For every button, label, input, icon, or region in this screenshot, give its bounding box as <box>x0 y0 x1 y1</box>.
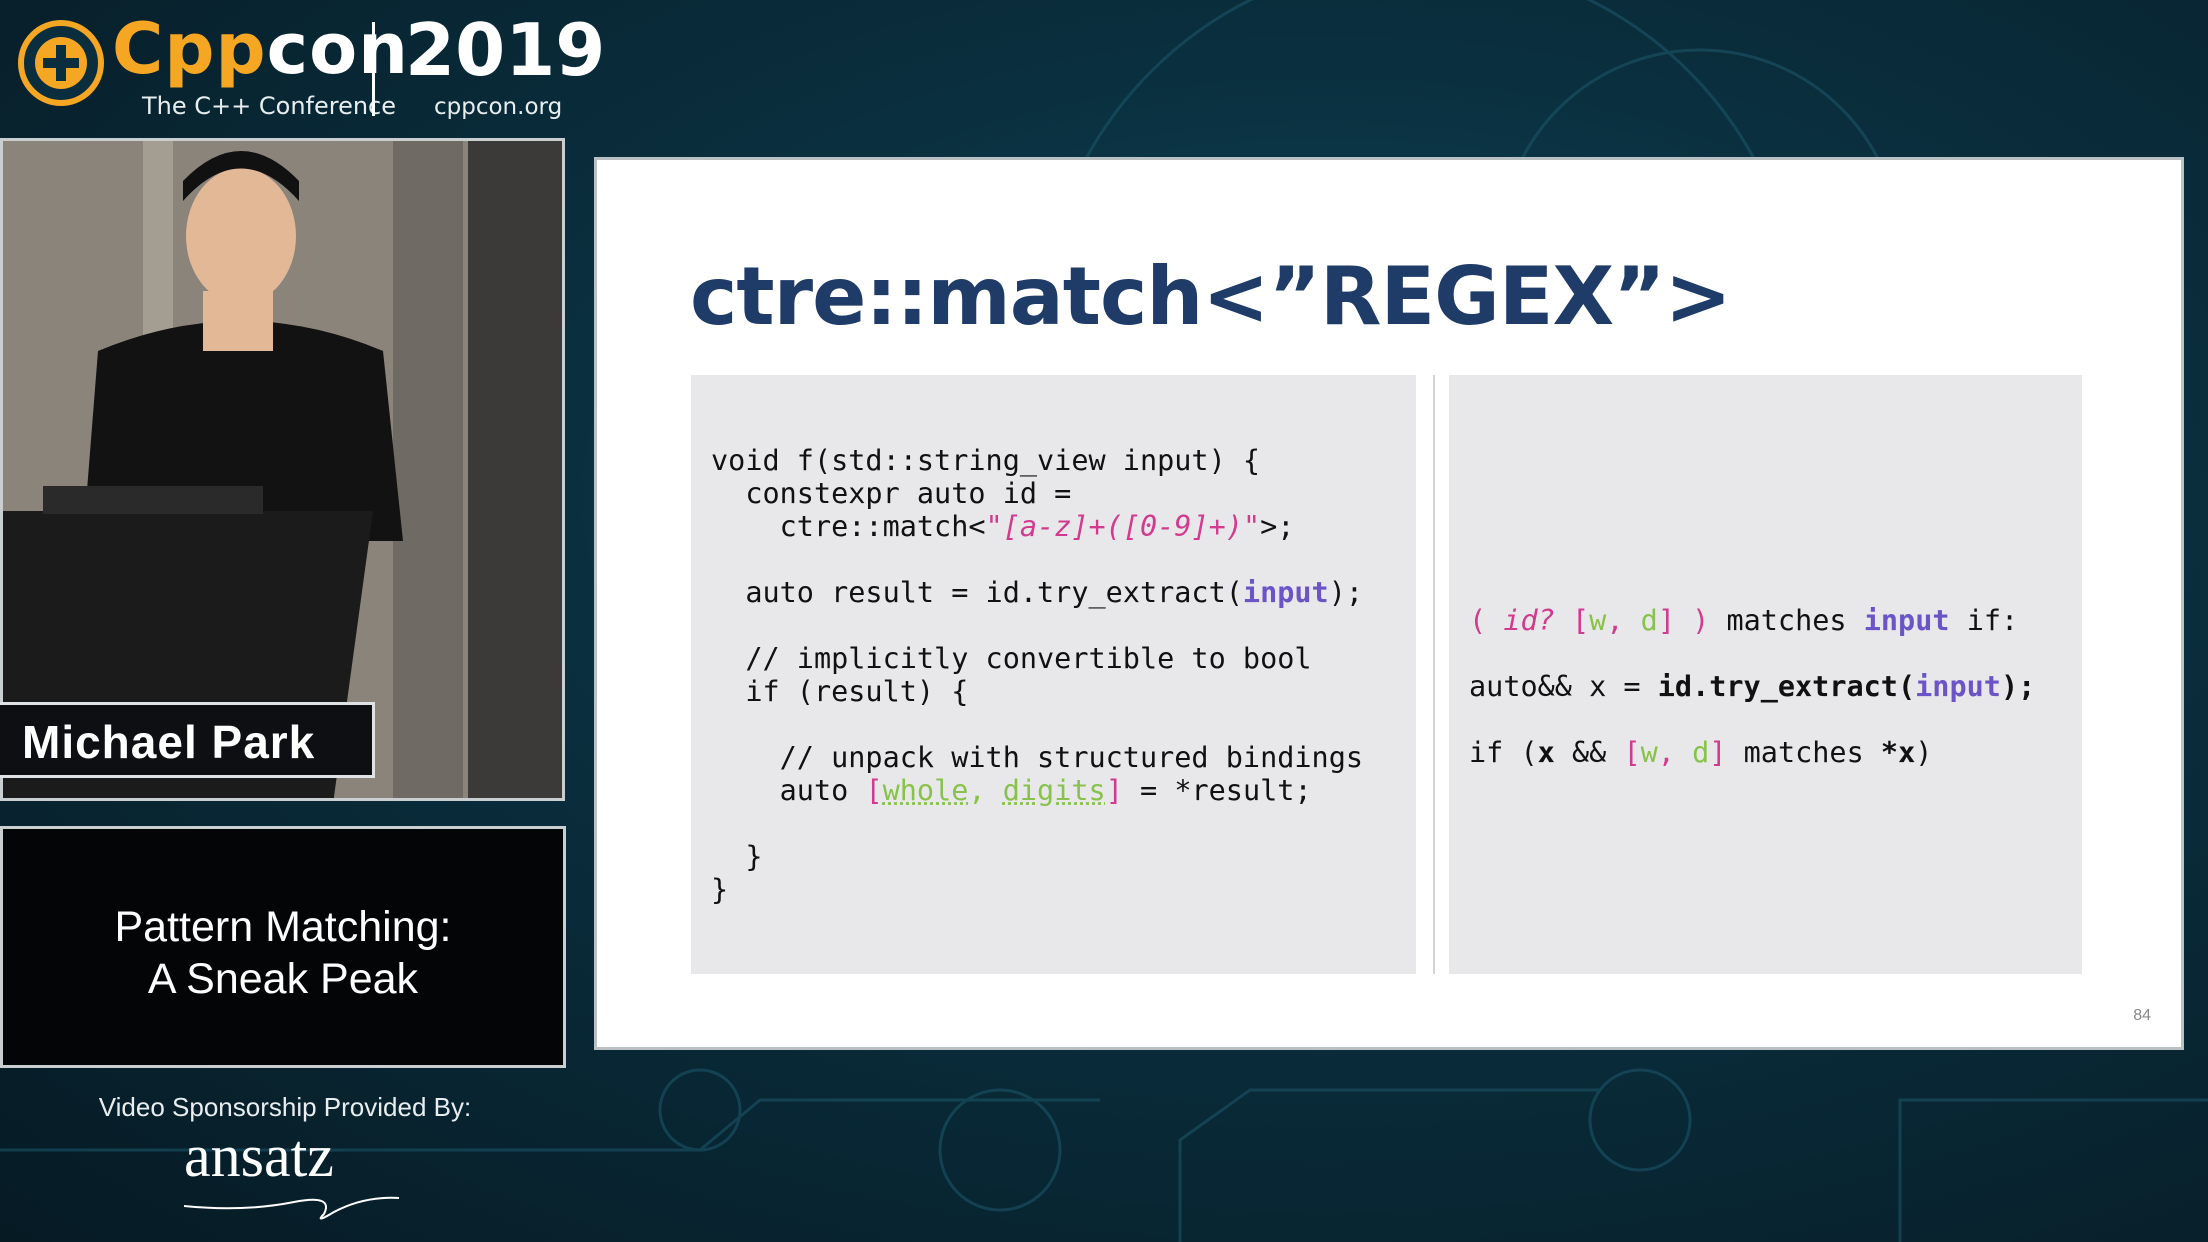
code-block-right: ( id? [w, d] ) matches input if: auto&& … <box>1469 604 2036 769</box>
talk-title-line2: A Sneak Peak <box>147 955 419 1003</box>
code-panel-left: void f(std::string_view input) { constex… <box>691 375 1416 974</box>
presentation-slide: ctre::match<”REGEX”> void f(std::string_… <box>594 157 2184 1050</box>
sponsor-name: ansatz <box>184 1123 334 1189</box>
conference-site: cppcon.org <box>434 94 563 120</box>
talk-title-box: Pattern Matching: A Sneak Peak <box>0 826 566 1068</box>
sponsor-swoosh-icon <box>184 1196 400 1220</box>
code-block-left: void f(std::string_view input) { constex… <box>711 444 1364 906</box>
brand-wordmark: Cppcon <box>112 8 410 90</box>
slide-title: ctre::match<”REGEX”> <box>690 250 1732 343</box>
slide-page-number: 84 <box>2133 1007 2151 1024</box>
code-panel-separator <box>1433 375 1435 974</box>
sponsor-label: Video Sponsorship Provided By: <box>98 1092 472 1122</box>
code-panel-right: ( id? [w, d] ) matches input if: auto&& … <box>1449 375 2082 974</box>
speaker-name-plate: Michael Park <box>0 702 375 778</box>
header-divider <box>372 22 375 116</box>
speaker-name: Michael Park <box>22 716 316 768</box>
conference-year: 2019 <box>405 8 606 92</box>
cppcon-logo-icon <box>18 20 104 106</box>
brand-subtitle: The C++ Conference <box>142 92 397 120</box>
talk-title-line1: Pattern Matching: <box>114 903 452 951</box>
